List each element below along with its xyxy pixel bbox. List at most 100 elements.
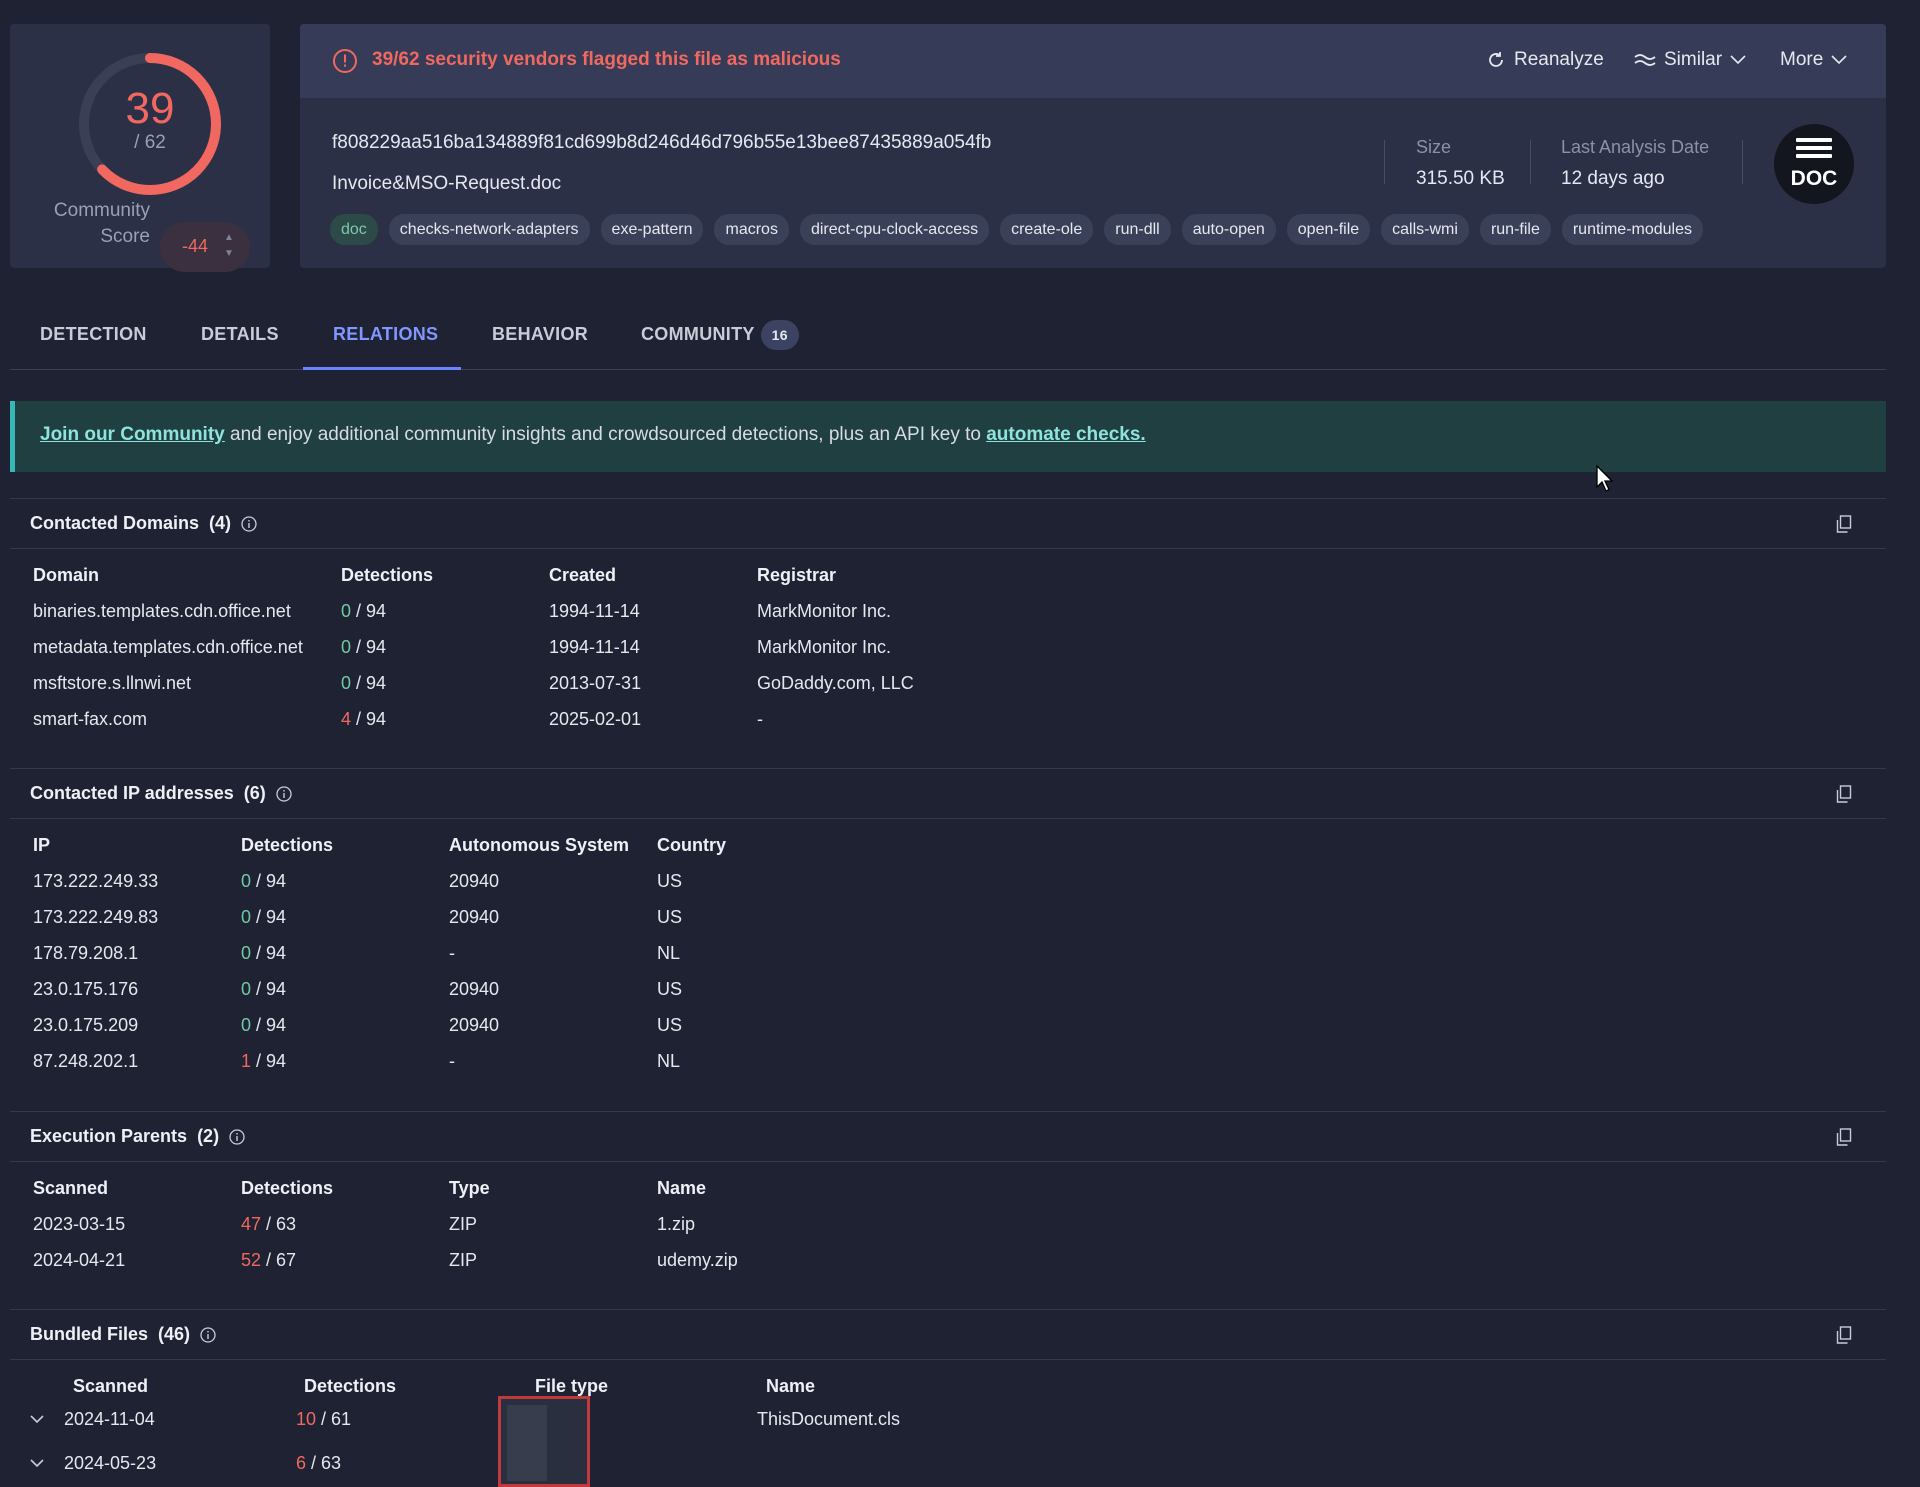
chevron-down-icon xyxy=(1831,55,1847,65)
size-label: Size xyxy=(1416,137,1452,157)
vote-up-icon[interactable]: ▲ xyxy=(224,232,234,243)
divider xyxy=(10,1161,1886,1162)
file-type-preview[interactable] xyxy=(498,1396,590,1487)
detection-ratio: 52 / 67 xyxy=(241,1250,297,1270)
detection-ratio: 10 / 61 xyxy=(296,1409,352,1429)
tag-auto-open[interactable]: auto-open xyxy=(1181,214,1276,245)
divider xyxy=(10,1111,1886,1112)
copy-icon[interactable] xyxy=(1836,515,1852,533)
info-icon[interactable] xyxy=(276,785,292,802)
info-icon[interactable] xyxy=(200,1326,216,1343)
detection-ratio: 4 / 94 xyxy=(341,709,387,729)
ip-link[interactable]: 173.222.249.33 xyxy=(33,871,158,892)
file-name: Invoice&MSO-Request.doc xyxy=(332,173,562,194)
detection-ratio: 0 / 94 xyxy=(241,871,287,891)
parent-file-link[interactable]: udemy.zip xyxy=(657,1250,738,1271)
divider xyxy=(10,1309,1886,1310)
ip-link[interactable]: 23.0.175.176 xyxy=(33,979,138,1000)
detection-count: 39 xyxy=(125,84,175,133)
tag-direct-cpu-clock-access[interactable]: direct-cpu-clock-access xyxy=(799,214,990,245)
detection-ratio: 0 / 94 xyxy=(241,1015,287,1035)
file-summary-card: 39/62 security vendors flagged this file… xyxy=(300,24,1886,268)
more-dropdown[interactable]: More xyxy=(1780,49,1847,71)
info-icon[interactable] xyxy=(229,1128,245,1145)
divider xyxy=(10,498,1886,499)
detection-ratio: 0 / 94 xyxy=(341,637,387,657)
ip-link[interactable]: 87.248.202.1 xyxy=(33,1051,138,1072)
join-community-link[interactable]: Join our Community xyxy=(40,424,225,445)
community-score-pill[interactable]: -44 ▲ ▼ xyxy=(160,222,250,272)
tab-detection[interactable]: DETECTION xyxy=(40,324,147,345)
parent-file-link[interactable]: 1.zip xyxy=(657,1214,695,1235)
execution-parents-title: Execution Parents (2) xyxy=(30,1126,245,1147)
divider xyxy=(10,548,1886,549)
alert-bar: 39/62 security vendors flagged this file… xyxy=(300,24,1886,98)
copy-icon[interactable] xyxy=(1836,1326,1852,1344)
last-analysis-value: 12 days ago xyxy=(1561,168,1665,189)
active-tab-indicator xyxy=(303,367,461,370)
expand-row-chevron-icon[interactable] xyxy=(30,1458,44,1468)
divider xyxy=(1384,140,1385,184)
community-score-value: -44 xyxy=(182,236,209,256)
detection-ratio: 0 / 94 xyxy=(241,979,287,999)
community-score-label: Community Score xyxy=(53,200,150,247)
domain-link[interactable]: binaries.templates.cdn.office.net xyxy=(33,601,291,622)
reanalyze-button[interactable]: Reanalyze xyxy=(1486,49,1604,71)
mouse-cursor-icon xyxy=(1596,465,1614,492)
similar-icon xyxy=(1634,54,1656,66)
tag-exe-pattern[interactable]: exe-pattern xyxy=(600,214,704,245)
tag-create-ole[interactable]: create-ole xyxy=(1000,214,1094,245)
info-icon[interactable] xyxy=(241,515,257,532)
tab-behavior[interactable]: BEHAVIOR xyxy=(492,324,588,345)
divider xyxy=(10,818,1886,819)
tag-calls-wmi[interactable]: calls-wmi xyxy=(1381,214,1469,245)
file-hash[interactable]: f808229aa516ba134889f81cd699b8d246d46d79… xyxy=(332,132,991,154)
tag-doc[interactable]: doc xyxy=(330,214,378,245)
detection-ratio: 47 / 63 xyxy=(241,1214,297,1234)
ip-link[interactable]: 178.79.208.1 xyxy=(33,943,138,964)
detection-ratio: 0 / 94 xyxy=(341,601,387,621)
tag-macros[interactable]: macros xyxy=(714,214,789,245)
detection-ratio: 0 / 94 xyxy=(341,673,387,693)
chevron-down-icon xyxy=(1730,55,1746,65)
alert-circle-icon xyxy=(333,49,357,73)
copy-icon[interactable] xyxy=(1836,785,1852,803)
tag-run-file[interactable]: run-file xyxy=(1479,214,1551,245)
divider xyxy=(1530,140,1531,184)
automate-checks-link[interactable]: automate checks. xyxy=(986,424,1145,445)
alert-message: 39/62 security vendors flagged this file… xyxy=(372,49,841,70)
divider xyxy=(10,768,1886,769)
size-value: 315.50 KB xyxy=(1416,168,1505,189)
tab-bar: DETECTION DETAILS RELATIONS BEHAVIOR COM… xyxy=(10,310,1886,370)
ip-link[interactable]: 23.0.175.209 xyxy=(33,1015,138,1036)
copy-icon[interactable] xyxy=(1836,1128,1852,1146)
contacted-domains-title: Contacted Domains (4) xyxy=(30,513,257,534)
last-analysis-label: Last Analysis Date xyxy=(1561,137,1710,157)
domain-link[interactable]: msftstore.s.llnwi.net xyxy=(33,673,191,694)
tag-checks-network-adapters[interactable]: checks-network-adapters xyxy=(388,214,590,245)
tag-open-file[interactable]: open-file xyxy=(1286,214,1371,245)
expand-row-chevron-icon[interactable] xyxy=(30,1414,44,1424)
contacted-ips-title: Contacted IP addresses (6) xyxy=(30,783,292,804)
tab-details[interactable]: DETAILS xyxy=(201,324,279,345)
community-banner: Join our Community and enjoy additional … xyxy=(10,401,1886,472)
doc-file-icon: DOC xyxy=(1774,124,1854,204)
ip-link[interactable]: 173.222.249.83 xyxy=(33,907,158,928)
tab-relations[interactable]: RELATIONS xyxy=(333,324,438,345)
tag-runtime-modules[interactable]: runtime-modules xyxy=(1561,214,1703,245)
divider xyxy=(1742,140,1743,184)
tag-list: doc checks-network-adapters exe-pattern mac… xyxy=(330,214,1703,245)
detection-ratio: 6 / 63 xyxy=(296,1453,342,1473)
similar-dropdown[interactable]: Similar xyxy=(1634,49,1746,71)
detection-ratio: 0 / 94 xyxy=(241,943,287,963)
domain-link[interactable]: metadata.templates.cdn.office.net xyxy=(33,637,303,658)
tab-community[interactable]: COMMUNITY 16 xyxy=(641,320,799,350)
domain-link[interactable]: smart-fax.com xyxy=(33,709,147,730)
detection-total: / 62 xyxy=(134,132,166,153)
detection-ratio: 0 / 94 xyxy=(241,907,287,927)
tag-run-dll[interactable]: run-dll xyxy=(1104,214,1171,245)
refresh-icon xyxy=(1489,52,1503,67)
detection-score-card: 39 / 62 Community Score -44 ▲ ▼ xyxy=(10,24,270,272)
vote-down-icon[interactable]: ▼ xyxy=(224,248,234,259)
bundled-file-link[interactable]: ThisDocument.cls xyxy=(757,1409,900,1430)
